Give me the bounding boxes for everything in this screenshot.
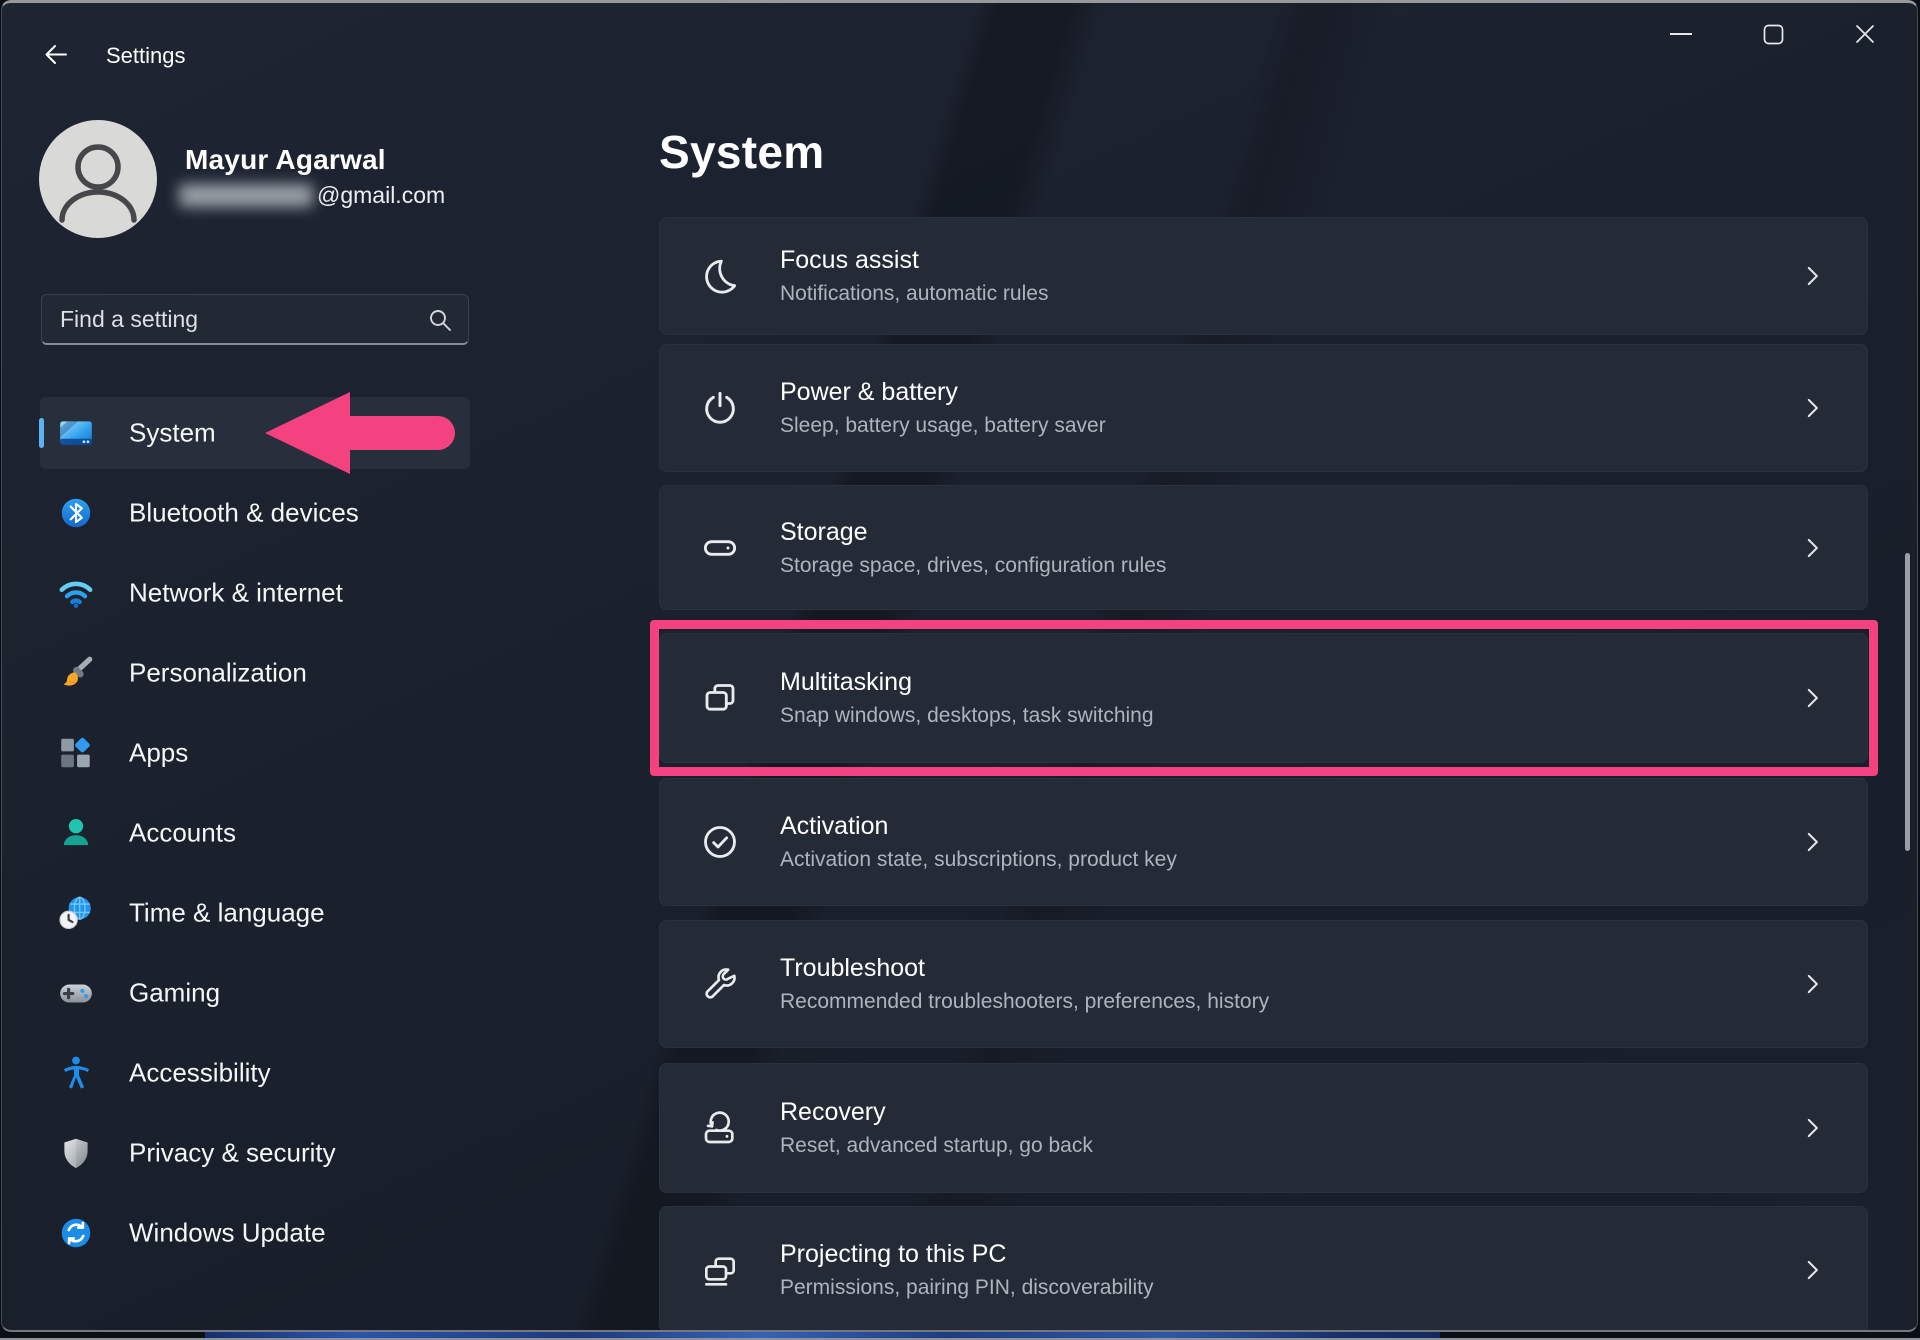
card-subtitle: Sleep, battery usage, battery saver — [780, 414, 1106, 438]
clock-globe-icon — [57, 894, 95, 932]
card-multitasking[interactable]: Multitasking Snap windows, desktops, tas… — [659, 633, 1868, 763]
back-button[interactable] — [40, 39, 72, 71]
gamepad-icon — [57, 974, 95, 1012]
sidebar-item-privacy-security[interactable]: Privacy & security — [40, 1117, 470, 1189]
search-input[interactable] — [42, 295, 440, 343]
sidebar-item-label: Network & internet — [129, 578, 343, 609]
card-recovery[interactable]: Recovery Reset, advanced startup, go bac… — [659, 1063, 1868, 1193]
sidebar-item-gaming[interactable]: Gaming — [40, 957, 470, 1029]
email-suffix: @gmail.com — [317, 182, 445, 209]
card-storage[interactable]: Storage Storage space, drives, configura… — [659, 485, 1868, 610]
card-subtitle: Snap windows, desktops, task switching — [780, 704, 1154, 728]
maximize-icon — [1763, 24, 1784, 45]
recovery-icon — [700, 1108, 740, 1148]
taskbar-strip — [0, 1332, 1920, 1340]
card-title: Focus assist — [780, 246, 1048, 275]
sidebar-item-label: Time & language — [129, 898, 325, 929]
card-activation[interactable]: Activation Activation state, subscriptio… — [659, 778, 1868, 906]
page-title: System — [659, 125, 824, 179]
minimize-button[interactable] — [1648, 3, 1714, 65]
sidebar-item-network-internet[interactable]: Network & internet — [40, 557, 470, 629]
email-redacted-blur — [179, 184, 313, 207]
sidebar-item-label: Accounts — [129, 818, 236, 849]
apps-icon — [57, 734, 95, 772]
person-icon — [57, 814, 95, 852]
sidebar-item-label: Privacy & security — [129, 1138, 336, 1169]
sidebar-item-system[interactable]: System — [40, 397, 470, 469]
maximize-button[interactable] — [1740, 3, 1806, 65]
moon-icon — [700, 256, 740, 296]
chevron-right-icon — [1799, 971, 1825, 997]
paintbrush-icon — [57, 654, 95, 692]
card-subtitle: Reset, advanced startup, go back — [780, 1134, 1093, 1158]
close-icon — [1853, 22, 1877, 46]
sidebar-item-label: Gaming — [129, 978, 220, 1009]
card-title: Power & battery — [780, 378, 1106, 407]
cast-screens-icon — [700, 1250, 740, 1290]
card-title: Projecting to this PC — [780, 1240, 1153, 1269]
wrench-icon — [700, 964, 740, 1004]
accessibility-icon — [57, 1054, 95, 1092]
card-subtitle: Storage space, drives, configuration rul… — [780, 554, 1166, 578]
avatar — [39, 120, 157, 238]
card-subtitle: Recommended troubleshooters, preferences… — [780, 990, 1269, 1014]
card-projecting[interactable]: Projecting to this PC Permissions, pairi… — [659, 1206, 1868, 1332]
sidebar-item-label: System — [129, 418, 216, 449]
monitor-icon — [57, 414, 95, 452]
card-title: Activation — [780, 812, 1177, 841]
sidebar-item-accounts[interactable]: Accounts — [40, 797, 470, 869]
sidebar-item-windows-update[interactable]: Windows Update — [40, 1197, 470, 1269]
search-icon — [427, 307, 454, 334]
card-title: Storage — [780, 518, 1166, 547]
sidebar-item-label: Windows Update — [129, 1218, 326, 1249]
close-button[interactable] — [1832, 3, 1898, 65]
sidebar-item-apps[interactable]: Apps — [40, 717, 470, 789]
sidebar-item-label: Accessibility — [129, 1058, 271, 1089]
overlapping-windows-icon — [700, 678, 740, 718]
card-focus-assist[interactable]: Focus assist Notifications, automatic ru… — [659, 217, 1868, 335]
person-outline-icon — [39, 120, 157, 238]
sidebar-item-bluetooth-devices[interactable]: Bluetooth & devices — [40, 477, 470, 549]
sidebar-item-label: Personalization — [129, 658, 307, 689]
check-circle-icon — [700, 822, 740, 862]
card-subtitle: Permissions, pairing PIN, discoverabilit… — [780, 1276, 1153, 1300]
sidebar-item-accessibility[interactable]: Accessibility — [40, 1037, 470, 1109]
scrollbar-thumb[interactable] — [1905, 553, 1910, 851]
back-arrow-icon — [40, 39, 72, 71]
profile-email: @gmail.com — [179, 182, 445, 208]
card-title: Recovery — [780, 1098, 1093, 1127]
search-box — [41, 294, 469, 345]
drive-icon — [700, 528, 740, 568]
chevron-right-icon — [1799, 1257, 1825, 1283]
minimize-icon — [1670, 33, 1692, 35]
chevron-right-icon — [1799, 1115, 1825, 1141]
sidebar-item-personalization[interactable]: Personalization — [40, 637, 470, 709]
sidebar-item-label: Apps — [129, 738, 188, 769]
settings-window: Settings Mayur Agarwal @gmail.com — [1, 0, 1918, 1332]
profile-name: Mayur Agarwal — [185, 144, 386, 176]
card-subtitle: Notifications, automatic rules — [780, 282, 1048, 306]
chevron-right-icon — [1799, 535, 1825, 561]
chevron-right-icon — [1799, 829, 1825, 855]
card-subtitle: Activation state, subscriptions, product… — [780, 848, 1177, 872]
window-title: Settings — [106, 43, 186, 69]
chevron-right-icon — [1799, 263, 1825, 289]
chevron-right-icon — [1799, 395, 1825, 421]
wifi-icon — [57, 574, 95, 612]
bluetooth-icon — [57, 494, 95, 532]
shield-icon — [57, 1134, 95, 1172]
card-title: Troubleshoot — [780, 954, 1269, 983]
selection-accent-bar — [39, 418, 44, 448]
card-title: Multitasking — [780, 668, 1154, 697]
power-icon — [700, 388, 740, 428]
sidebar-item-label: Bluetooth & devices — [129, 498, 359, 529]
card-power-battery[interactable]: Power & battery Sleep, battery usage, ba… — [659, 344, 1868, 472]
sidebar-item-time-language[interactable]: Time & language — [40, 877, 470, 949]
update-icon — [57, 1214, 95, 1252]
chevron-right-icon — [1799, 685, 1825, 711]
card-troubleshoot[interactable]: Troubleshoot Recommended troubleshooters… — [659, 920, 1868, 1048]
